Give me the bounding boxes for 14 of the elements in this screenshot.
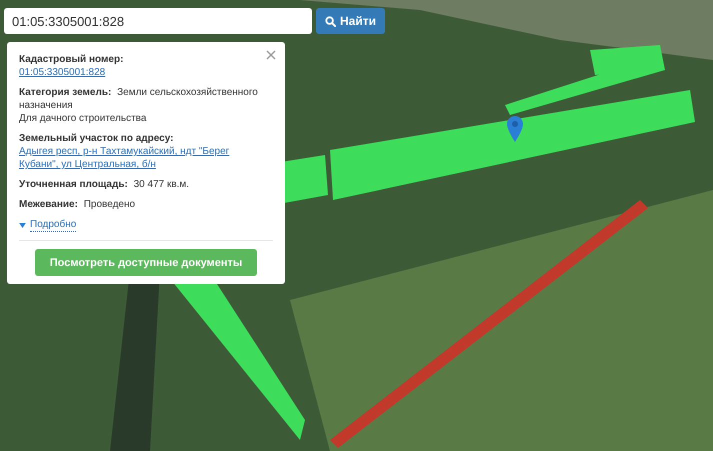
details-link[interactable]: Подробно xyxy=(30,218,76,232)
field-text: Категория земель: Земли сельскохозяйственного назначения xyxy=(19,86,259,112)
field-text: Уточненная площадь: 30 477 кв.м. xyxy=(19,178,190,191)
field-link[interactable]: 01:05:3305001:828 xyxy=(19,66,263,79)
field-label: Земельный участок по адресу: xyxy=(19,133,174,144)
close-icon[interactable] xyxy=(266,50,276,60)
field-value: Для дачного строительства xyxy=(19,113,146,124)
field-label: Кадастровый номер: xyxy=(19,54,124,65)
search-icon xyxy=(325,16,336,26)
field-link[interactable]: Адыгея респ, р-н Тахтамукайский, ндт "Берег Кубани", ул Центральная, б/н xyxy=(19,145,263,171)
field-text: Межевание: Проведено xyxy=(19,198,136,211)
search-button[interactable]: Найти xyxy=(316,8,385,34)
search-field[interactable]: 01:05:3305001:828 xyxy=(4,8,312,34)
map-pin-icon[interactable] xyxy=(507,116,523,142)
